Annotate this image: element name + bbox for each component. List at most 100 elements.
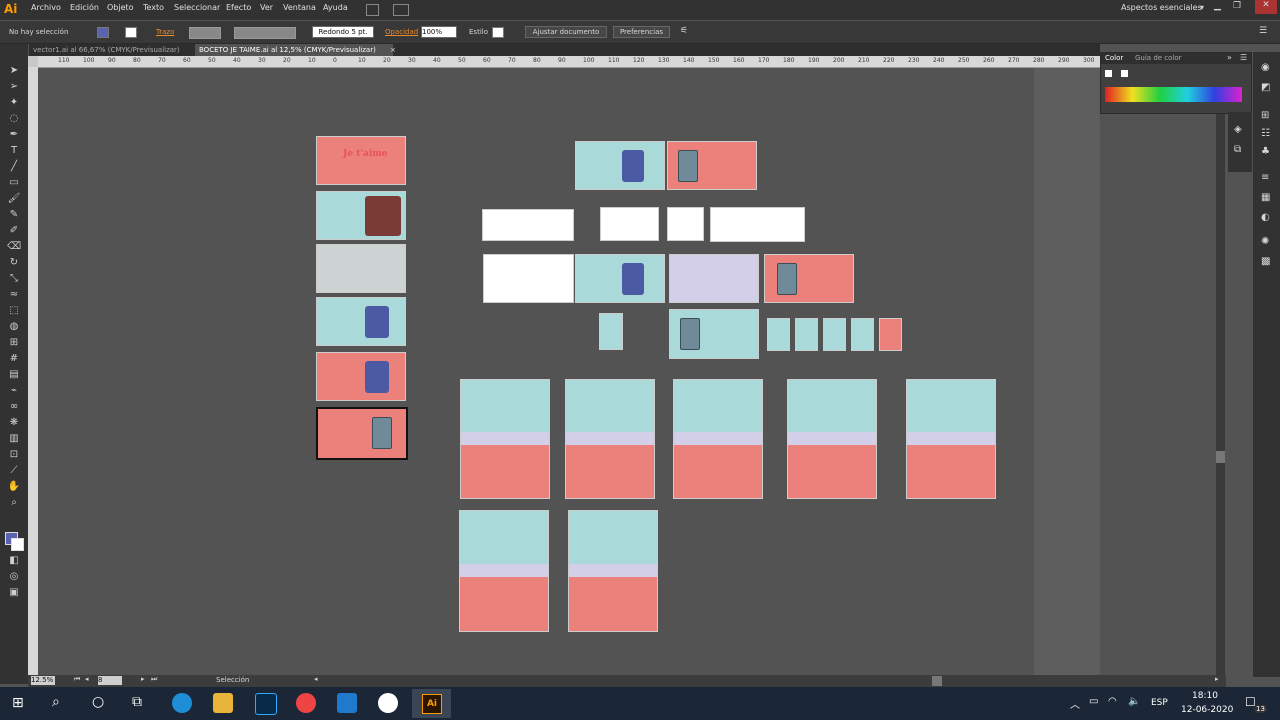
menu-ver[interactable]: Ver xyxy=(260,3,273,12)
menu-seleccionar[interactable]: Seleccionar xyxy=(174,3,220,12)
artboard[interactable] xyxy=(795,318,818,351)
rectangle-tool-icon[interactable]: ▭ xyxy=(7,176,21,190)
tray-chevron-icon[interactable]: ︿ xyxy=(1070,696,1080,711)
artboard[interactable]: Je t'aime xyxy=(316,136,406,185)
variable-width-dropdown[interactable] xyxy=(234,27,296,39)
artboard[interactable] xyxy=(460,379,550,499)
menu-ventana[interactable]: Ventana xyxy=(283,3,316,12)
artboard[interactable] xyxy=(669,254,759,303)
appearance-icon[interactable]: ◉ xyxy=(1261,62,1270,73)
artboard[interactable] xyxy=(565,379,655,499)
artboard[interactable] xyxy=(316,352,406,401)
artboard[interactable] xyxy=(568,510,658,632)
windows-start-icon[interactable]: ⊞ xyxy=(12,695,24,711)
paintbrush-tool-icon[interactable]: 🖌 xyxy=(7,192,21,206)
tab-color[interactable]: Color xyxy=(1105,54,1123,62)
cortana-icon[interactable]: ○ xyxy=(92,694,104,710)
scroll-right-icon[interactable]: ▸ xyxy=(1215,675,1219,683)
symbol-sprayer-tool-icon[interactable]: ❋ xyxy=(7,416,21,430)
line-tool-icon[interactable]: ╱ xyxy=(7,160,21,174)
artboard[interactable] xyxy=(483,254,574,303)
vertical-scrollbar[interactable] xyxy=(1216,68,1225,675)
slack-icon[interactable] xyxy=(378,693,398,713)
eraser-tool-icon[interactable]: ⌫ xyxy=(7,240,21,254)
direct-selection-tool-icon[interactable]: ➢ xyxy=(7,80,21,94)
slice-tool-icon[interactable]: ⟋ xyxy=(7,464,21,478)
symbols-icon[interactable]: ♣ xyxy=(1261,146,1270,157)
scale-tool-icon[interactable]: ⤡ xyxy=(7,272,21,286)
panel-menu-icon[interactable]: ☰ xyxy=(1259,26,1267,36)
vertical-ruler[interactable] xyxy=(28,67,38,675)
artboard[interactable] xyxy=(879,318,902,351)
artboard[interactable] xyxy=(673,379,763,499)
wifi-icon[interactable]: ◠ xyxy=(1108,696,1117,707)
brushes-icon[interactable]: ✺ xyxy=(1261,236,1269,247)
opacity-label[interactable]: Opacidad xyxy=(385,28,418,36)
pen-tool-icon[interactable]: ✒ xyxy=(7,128,21,142)
menu-archivo[interactable]: Archivo xyxy=(31,3,61,12)
bridge-icon[interactable] xyxy=(366,4,379,16)
chevron-down-icon[interactable]: ▾ xyxy=(1200,3,1204,12)
brush-dropdown[interactable]: Redondo 5 pt. xyxy=(312,26,374,38)
tab-color-guide[interactable]: Guía de color xyxy=(1135,54,1182,62)
tab-vector1[interactable]: vector1.ai al 66,67% (CMYK/Previsualizar… xyxy=(29,44,197,56)
menu-efecto[interactable]: Efecto xyxy=(226,3,251,12)
file-explorer-icon[interactable] xyxy=(213,693,233,713)
artboard-number-input[interactable]: 8 xyxy=(98,676,122,685)
magic-wand-tool-icon[interactable]: ✦ xyxy=(7,96,21,110)
first-artboard-icon[interactable]: ⏮ xyxy=(74,675,80,684)
stroke-color-box[interactable] xyxy=(11,538,24,551)
zoom-input[interactable]: 12.5% xyxy=(31,676,55,685)
artboard[interactable] xyxy=(667,207,704,241)
align-icon[interactable]: ☷ xyxy=(1261,128,1270,139)
preferences-button[interactable]: Preferencias xyxy=(613,26,670,38)
close-button[interactable]: ✕ xyxy=(1255,0,1277,14)
color-spectrum[interactable] xyxy=(1105,87,1242,102)
gradient-icon[interactable]: ▦ xyxy=(1261,192,1270,203)
vscode-icon[interactable] xyxy=(337,693,357,713)
last-artboard-icon[interactable]: ⏭ xyxy=(151,675,157,684)
artboard[interactable] xyxy=(787,379,877,499)
canvas[interactable]: Je t'aime xyxy=(38,68,1100,675)
artboard[interactable] xyxy=(600,207,659,241)
eyedropper-tool-icon[interactable]: ⌁ xyxy=(7,384,21,398)
lasso-tool-icon[interactable]: ◌ xyxy=(7,112,21,126)
artboard[interactable] xyxy=(764,254,854,303)
blob-brush-tool-icon[interactable]: ✐ xyxy=(7,224,21,238)
menu-objeto[interactable]: Objeto xyxy=(107,3,134,12)
close-tab-icon[interactable]: × xyxy=(386,44,400,56)
ruler-origin[interactable] xyxy=(28,56,38,67)
horizontal-ruler[interactable]: 110 100 90 80 70 60 50 40 30 20 10 0 10 20 30 40 50 60 70 8… xyxy=(38,56,1100,68)
search-icon[interactable]: ⌕ xyxy=(52,694,60,710)
horizontal-scrollbar-thumb[interactable] xyxy=(932,676,942,686)
artboard[interactable] xyxy=(906,379,996,499)
mesh-tool-icon[interactable]: # xyxy=(7,352,21,366)
artboard[interactable] xyxy=(710,207,805,242)
menu-texto[interactable]: Texto xyxy=(143,3,164,12)
restore-button[interactable]: ❐ xyxy=(1233,1,1241,11)
artboard[interactable] xyxy=(316,244,406,293)
clock-date[interactable]: 12-06-2020 xyxy=(1181,705,1233,715)
graphic-styles-icon[interactable]: ◩ xyxy=(1261,82,1270,93)
white-swatch[interactable] xyxy=(1121,70,1128,77)
transform-icon[interactable]: ⊞ xyxy=(1261,110,1269,121)
screen-mode-icon[interactable]: ▣ xyxy=(7,586,21,600)
artboard[interactable] xyxy=(482,209,574,241)
shape-builder-tool-icon[interactable]: ◍ xyxy=(7,320,21,334)
menu-edicion[interactable]: Edición xyxy=(70,3,99,12)
artboard[interactable] xyxy=(459,510,549,632)
artboard[interactable] xyxy=(767,318,790,351)
artboard[interactable] xyxy=(667,141,757,190)
minimize-button[interactable]: ▁ xyxy=(1214,1,1221,11)
style-swatch[interactable] xyxy=(492,27,504,38)
stroke-icon[interactable]: ≡ xyxy=(1261,172,1269,183)
opacity-input[interactable]: 100% xyxy=(421,26,457,38)
artboard[interactable] xyxy=(851,318,874,351)
artboards-icon[interactable]: ⧉ xyxy=(1234,144,1241,155)
workspace-switcher[interactable]: Aspectos esenciales xyxy=(1121,3,1202,12)
graph-tool-icon[interactable]: ▥ xyxy=(7,432,21,446)
volume-icon[interactable]: 🔈 xyxy=(1128,696,1140,707)
artboard[interactable] xyxy=(575,254,665,303)
arrange-documents-icon[interactable] xyxy=(393,4,409,16)
none-swatch[interactable] xyxy=(1105,70,1112,77)
